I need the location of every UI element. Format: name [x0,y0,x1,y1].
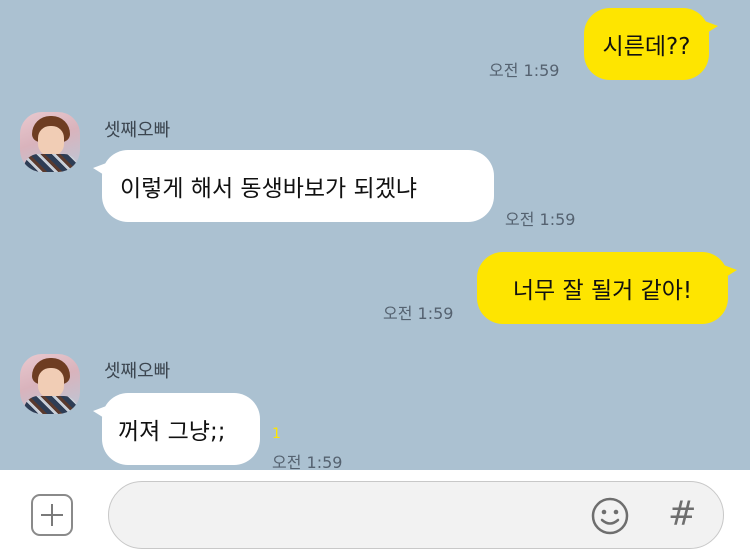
sender-avatar[interactable] [20,354,80,414]
message-text: 시른데?? [602,34,691,60]
message-time: 오전 1:59 [489,61,560,80]
other-message-bubble[interactable]: 꺼져 그냥;; [93,393,260,465]
chat-area[interactable]: 오전 1:59 시른데?? 셋째오빠 이렇게 해서 동생바보가 되겠냐 오전 1… [0,0,750,470]
message-text: 이렇게 해서 동생바보가 되겠냐 [120,176,418,202]
my-message-bubble[interactable]: 시른데?? [584,8,718,80]
sender-avatar[interactable] [20,112,80,172]
message-text: 너무 잘 될거 같아! [512,278,693,304]
message-text: 꺼져 그냥;; [118,419,226,445]
plus-icon[interactable] [31,494,73,536]
message-time: 오전 1:59 [383,304,454,323]
message-time: 오전 1:59 [505,210,576,229]
emoji-icon[interactable] [590,496,630,536]
sender-name: 셋째오빠 [104,120,171,141]
sender-name: 셋째오빠 [104,361,171,382]
unread-count: 1 [272,426,281,442]
message-time: 오전 1:59 [272,453,343,470]
other-message-bubble[interactable]: 이렇게 해서 동생바보가 되겠냐 [93,150,494,222]
message-input[interactable] [108,481,724,549]
hash-icon[interactable]: # [668,494,697,534]
my-message-bubble[interactable]: 너무 잘 될거 같아! [477,252,737,324]
